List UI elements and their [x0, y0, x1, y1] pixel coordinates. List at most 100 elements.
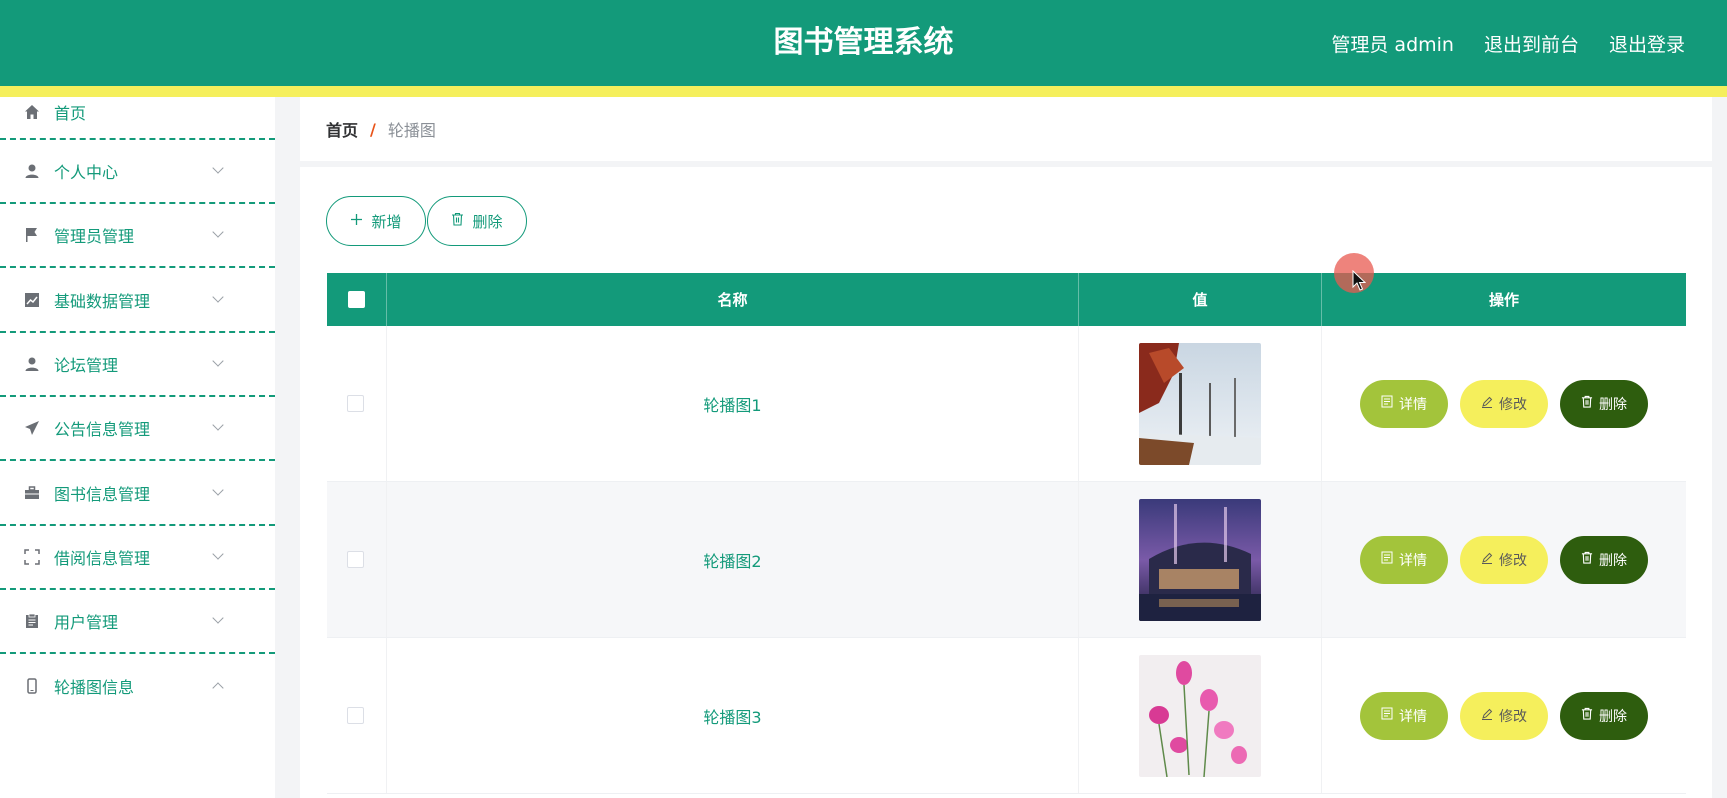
detail-button[interactable]: 详情 [1360, 379, 1448, 428]
delete-button[interactable]: 删除 [1560, 691, 1648, 740]
detail-button[interactable]: 详情 [1360, 535, 1448, 584]
sidebar-item-admin-management[interactable]: 管理员管理 [0, 204, 275, 268]
detail-label: 详情 [1399, 552, 1427, 569]
sidebar-item-label: 轮播图信息 [54, 678, 135, 697]
add-button[interactable]: 新增 [326, 196, 426, 246]
delete-button[interactable]: 删除 [1560, 535, 1648, 584]
row-value-cell [1079, 482, 1322, 637]
clipboard-icon [22, 611, 42, 631]
chevron-down-icon [212, 419, 224, 431]
row-name: 轮播图3 [387, 638, 1079, 793]
chart-icon [22, 290, 42, 310]
chevron-down-icon [212, 612, 224, 624]
column-header-value[interactable]: 值 [1079, 273, 1322, 326]
carousel-thumbnail[interactable] [1139, 342, 1261, 465]
sidebar-item-label: 基础数据管理 [54, 291, 151, 311]
row-checkbox[interactable] [347, 707, 364, 724]
main-panel: 新增 删除 名称 值 操作 轮播图1 详情 修改 删除 轮播图2 详情 修改 删… [300, 167, 1712, 798]
document-icon [1381, 551, 1393, 568]
column-header-actions: 操作 [1488, 291, 1519, 309]
logout-link[interactable]: 退出登录 [1609, 30, 1685, 57]
sidebar-item-borrow-info[interactable]: 借阅信息管理 [0, 526, 275, 590]
edit-button[interactable]: 修改 [1460, 379, 1548, 428]
plus-icon [350, 212, 363, 230]
trash-icon [1581, 395, 1593, 412]
row-value-cell [1079, 638, 1322, 793]
column-header-name[interactable]: 名称 [387, 273, 1079, 326]
batch-delete-label: 删除 [472, 212, 503, 231]
sidebar-item-book-info[interactable]: 图书信息管理 [0, 461, 275, 526]
sidebar-item-personal-center[interactable]: 个人中心 [0, 140, 275, 204]
edit-button[interactable]: 修改 [1460, 691, 1548, 740]
edit-label: 修改 [1499, 396, 1527, 413]
sidebar-item-basic-data[interactable]: 基础数据管理 [0, 268, 275, 333]
chevron-down-icon [212, 355, 224, 367]
mouse-pointer-icon [1352, 269, 1367, 296]
flag-icon [22, 225, 42, 245]
row-actions-cell: 详情 修改 删除 [1322, 482, 1686, 637]
fullscreen-icon [22, 547, 42, 567]
briefcase-icon [22, 483, 42, 503]
breadcrumb-current: 轮播图 [387, 121, 436, 140]
edit-label: 修改 [1499, 552, 1527, 569]
current-user-label: 管理员 admin [1331, 33, 1454, 56]
breadcrumb-home[interactable]: 首页 [326, 117, 358, 141]
sidebar-item-label: 借阅信息管理 [54, 549, 151, 568]
sidebar-item-label: 图书信息管理 [54, 484, 151, 504]
sidebar-item-home[interactable]: 首页 [0, 86, 275, 140]
table-row: 轮播图1 详情 修改 删除 [327, 326, 1686, 482]
delete-label: 删除 [1599, 396, 1627, 413]
sidebar-item-label: 首页 [54, 104, 87, 123]
exit-to-front-link[interactable]: 退出到前台 [1484, 30, 1579, 57]
header-checkbox-cell [327, 273, 387, 326]
phone-icon [22, 676, 42, 696]
detail-label: 详情 [1399, 708, 1427, 725]
trash-icon [1581, 707, 1593, 724]
row-checkbox[interactable] [347, 395, 364, 412]
sidebar-item-label: 用户管理 [54, 613, 119, 632]
home-icon [22, 102, 42, 122]
document-icon [1381, 707, 1393, 724]
sidebar-item-notice[interactable]: 公告信息管理 [0, 397, 275, 461]
header-user-menu: 管理员 admin 退出到前台 退出登录 [1331, 0, 1685, 86]
sidebar-item-forum[interactable]: 论坛管理 [0, 333, 275, 397]
carousel-thumbnail[interactable] [1139, 498, 1261, 621]
chevron-down-icon [212, 226, 224, 238]
table-header: 名称 值 操作 [327, 273, 1686, 326]
breadcrumb: 首页 / 轮播图 [300, 97, 1712, 161]
carousel-thumbnail[interactable] [1139, 654, 1261, 777]
sidebar-item-label: 管理员管理 [54, 227, 135, 246]
send-icon [22, 418, 42, 438]
select-all-checkbox[interactable] [348, 291, 365, 308]
row-actions-cell: 详情 修改 删除 [1322, 638, 1686, 793]
sidebar-item-label: 论坛管理 [54, 356, 119, 375]
delete-label: 删除 [1599, 552, 1627, 569]
edit-pencil-icon [1481, 552, 1493, 568]
sidebar-item-user-management[interactable]: 用户管理 [0, 590, 275, 654]
sidebar: 首页 个人中心 管理员管理 基础数据管理 论坛管理 公告信息管理 图书信息管理 … [0, 97, 275, 798]
carousel-table: 名称 值 操作 轮播图1 详情 修改 删除 轮播图2 详情 修改 删除 轮播图3… [327, 273, 1686, 794]
trash-icon [1581, 551, 1593, 568]
detail-label: 详情 [1399, 396, 1427, 413]
detail-button[interactable]: 详情 [1360, 691, 1448, 740]
row-value-cell [1079, 326, 1322, 481]
edit-button[interactable]: 修改 [1460, 535, 1548, 584]
row-name: 轮播图1 [387, 326, 1079, 481]
row-name: 轮播图2 [387, 482, 1079, 637]
sidebar-item-carousel-info[interactable]: 轮播图信息 [0, 654, 275, 718]
delete-label: 删除 [1599, 708, 1627, 725]
breadcrumb-separator: / [370, 119, 376, 139]
chevron-up-icon [212, 682, 224, 694]
document-icon [1381, 395, 1393, 412]
add-button-label: 新增 [371, 212, 402, 231]
chevron-down-icon [212, 162, 224, 174]
trash-icon [451, 212, 464, 230]
sidebar-item-label: 个人中心 [54, 163, 119, 182]
row-checkbox-cell [327, 638, 387, 793]
row-checkbox-cell [327, 326, 387, 481]
row-checkbox[interactable] [347, 551, 364, 568]
delete-button[interactable]: 删除 [1560, 379, 1648, 428]
edit-pencil-icon [1481, 396, 1493, 412]
chevron-down-icon [212, 483, 224, 496]
batch-delete-button[interactable]: 删除 [427, 196, 527, 246]
